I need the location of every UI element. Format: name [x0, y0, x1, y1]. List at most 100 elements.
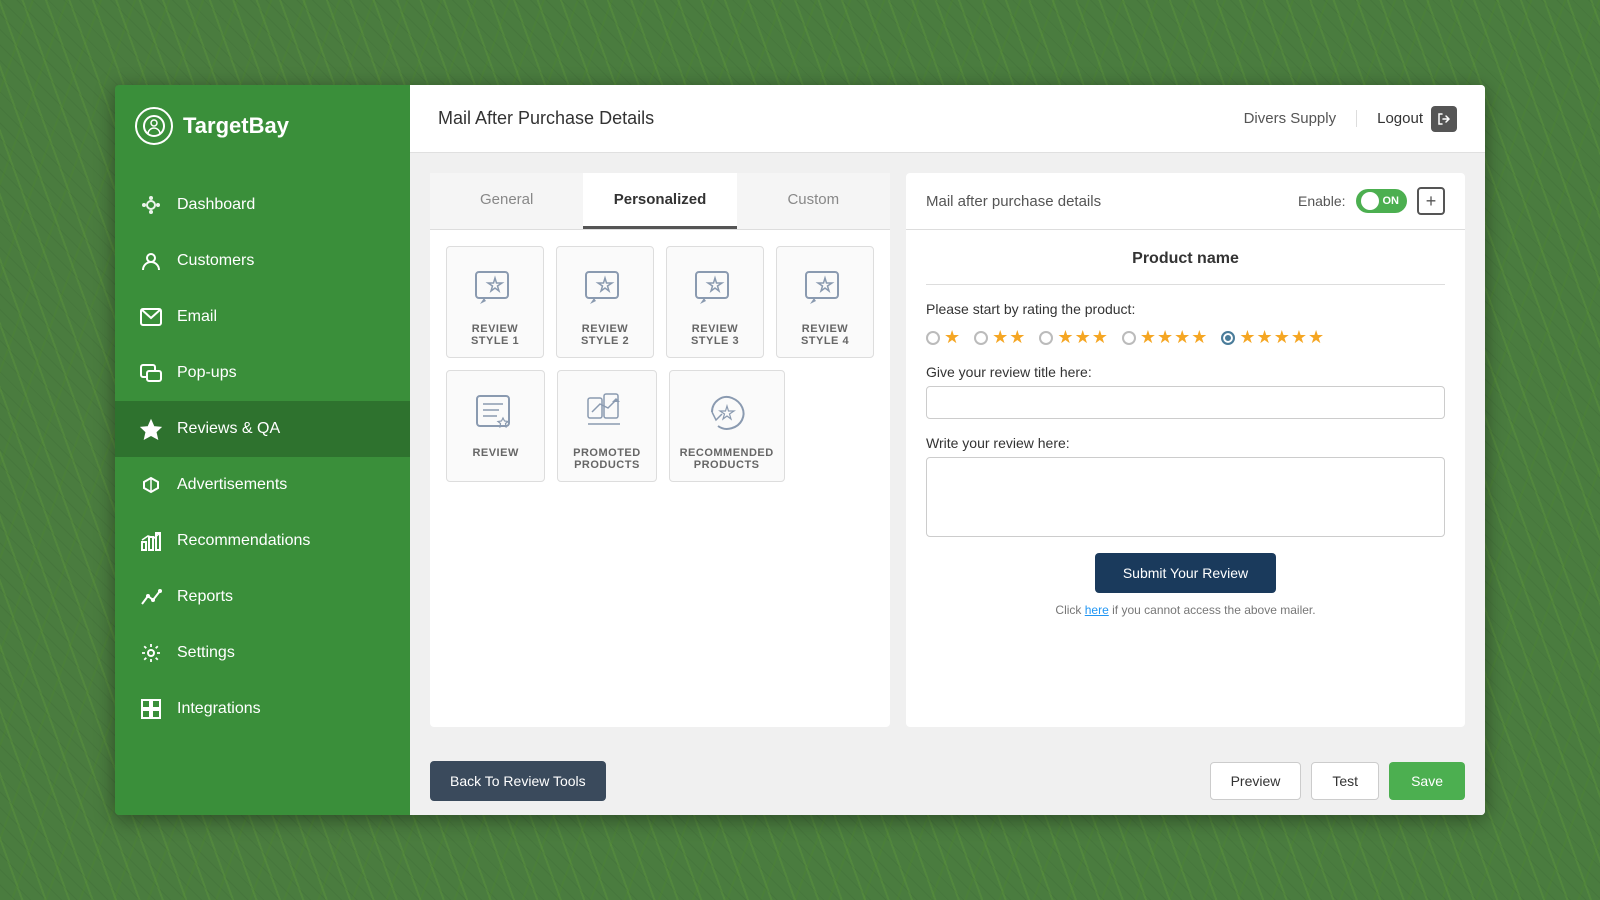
sidebar-item-settings[interactable]: Settings — [115, 625, 410, 681]
style-card-promoted[interactable]: PROMOTEDPRODUCTS — [557, 370, 656, 482]
sidebar-item-reviews[interactable]: Reviews & QA — [115, 401, 410, 457]
reports-icon — [139, 585, 163, 609]
sidebar-item-dashboard[interactable]: Dashboard — [115, 177, 410, 233]
customers-icon — [139, 249, 163, 273]
submit-review-button[interactable]: Submit Your Review — [1095, 553, 1276, 593]
logout-label: Logout — [1377, 110, 1423, 127]
rating-section: Please start by rating the product: ★ — [926, 301, 1445, 348]
style-card-review[interactable]: REVIEW — [446, 370, 545, 482]
popups-icon — [139, 361, 163, 385]
test-button[interactable]: Test — [1311, 762, 1379, 800]
rating-1[interactable]: ★ — [926, 327, 960, 348]
radio-3 — [1039, 331, 1053, 345]
style-card-label-promoted: PROMOTEDPRODUCTS — [573, 447, 641, 471]
cannot-access-text: if you cannot access the above mailer. — [1112, 603, 1315, 617]
recommended-icon — [701, 387, 753, 439]
rating-options: ★ ★ ★ — [926, 327, 1445, 348]
back-button[interactable]: Back To Review Tools — [430, 761, 606, 801]
sidebar-item-popups[interactable]: Pop-ups — [115, 345, 410, 401]
save-button[interactable]: Save — [1389, 762, 1465, 800]
review-body-textarea[interactable] — [926, 457, 1445, 537]
logout-icon — [1431, 106, 1457, 132]
email-icon — [139, 305, 163, 329]
sidebar-item-customers[interactable]: Customers — [115, 233, 410, 289]
tab-general[interactable]: General — [430, 173, 583, 229]
stars-3: ★ ★ ★ — [1057, 327, 1107, 348]
spacer — [797, 370, 874, 482]
style-card-label-3: REVIEWSTYLE 3 — [691, 323, 739, 347]
sidebar-label-dashboard: Dashboard — [177, 196, 255, 214]
rating-4[interactable]: ★ ★ ★ ★ — [1122, 327, 1208, 348]
preview-button[interactable]: Preview — [1210, 762, 1302, 800]
style-card-4[interactable]: REVIEWSTYLE 4 — [776, 246, 874, 358]
toggle-knob — [1361, 192, 1379, 210]
left-panel: General Personalized Custom — [430, 173, 890, 727]
here-link[interactable]: here — [1085, 603, 1109, 617]
dashboard-icon — [139, 193, 163, 217]
app-container: TargetBay Dashboard — [115, 85, 1485, 815]
style-card-3[interactable]: REVIEWSTYLE 3 — [666, 246, 764, 358]
sidebar-label-email: Email — [177, 308, 217, 326]
style-card-2[interactable]: REVIEWSTYLE 2 — [556, 246, 654, 358]
style-row-2: REVIEW — [446, 370, 874, 482]
integrations-icon — [139, 697, 163, 721]
review-body-section: Write your review here: — [926, 435, 1445, 537]
review-body-label: Write your review here: — [926, 435, 1445, 451]
toggle-on-text: ON — [1383, 195, 1400, 207]
style-card-1[interactable]: REVIEWSTYLE 1 — [446, 246, 544, 358]
chat-star-icon-2 — [579, 263, 631, 315]
tab-custom[interactable]: Custom — [737, 173, 890, 229]
review-title-section: Give your review title here: — [926, 364, 1445, 419]
sidebar-item-integrations[interactable]: Integrations — [115, 681, 410, 737]
right-panel-header: Mail after purchase details Enable: ON + — [906, 173, 1465, 230]
preview-area: Product name Please start by rating the … — [906, 230, 1465, 727]
company-name: Divers Supply — [1244, 110, 1358, 127]
right-panel: Mail after purchase details Enable: ON + — [906, 173, 1465, 727]
product-name: Product name — [1132, 250, 1239, 267]
submit-section: Submit Your Review Click here if you can… — [926, 553, 1445, 617]
rating-2[interactable]: ★ ★ — [974, 327, 1025, 348]
style-row-1: REVIEWSTYLE 1 REVIEWSTYLE — [446, 246, 874, 358]
recommendations-icon — [139, 529, 163, 553]
review-title-input[interactable] — [926, 386, 1445, 419]
chat-star-icon-4 — [799, 263, 851, 315]
click-note: Click here if you cannot access the abov… — [1055, 603, 1315, 617]
sidebar-label-customers: Customers — [177, 252, 254, 270]
chat-star-icon-1 — [469, 263, 521, 315]
sidebar-item-reports[interactable]: Reports — [115, 569, 410, 625]
header-right: Divers Supply Logout — [1244, 106, 1457, 132]
sidebar-label-integrations: Integrations — [177, 700, 261, 718]
rating-3[interactable]: ★ ★ ★ — [1039, 327, 1107, 348]
sidebar-label-popups: Pop-ups — [177, 364, 237, 382]
rating-5[interactable]: ★ ★ ★ ★ ★ — [1221, 327, 1324, 348]
sidebar-label-settings: Settings — [177, 644, 235, 662]
tab-personalized[interactable]: Personalized — [583, 173, 736, 229]
settings-icon — [139, 641, 163, 665]
radio-1 — [926, 331, 940, 345]
stars-5: ★ ★ ★ ★ ★ — [1239, 327, 1324, 348]
plus-button[interactable]: + — [1417, 187, 1445, 215]
promoted-icon — [581, 387, 633, 439]
enable-toggle[interactable]: ON — [1356, 189, 1408, 213]
style-card-label-1: REVIEWSTYLE 1 — [471, 323, 519, 347]
sidebar-item-email[interactable]: Email — [115, 289, 410, 345]
main-content: Mail After Purchase Details Divers Suppl… — [410, 85, 1485, 815]
enable-section: Enable: ON + — [1298, 187, 1445, 215]
click-text: Click — [1055, 603, 1081, 617]
product-name-section: Product name — [926, 250, 1445, 285]
style-card-recommended[interactable]: RECOMMENDEDPRODUCTS — [669, 370, 785, 482]
logout-button[interactable]: Logout — [1377, 106, 1457, 132]
ads-icon — [139, 473, 163, 497]
radio-2 — [974, 331, 988, 345]
footer-right: Preview Test Save — [1210, 762, 1465, 800]
tabs: General Personalized Custom — [430, 173, 890, 230]
body-area: General Personalized Custom — [410, 153, 1485, 747]
stars-1: ★ — [944, 327, 960, 348]
sidebar-item-recommendations[interactable]: Recommendations — [115, 513, 410, 569]
header: Mail After Purchase Details Divers Suppl… — [410, 85, 1485, 153]
radio-4 — [1122, 331, 1136, 345]
sidebar-item-advertisements[interactable]: Advertisements — [115, 457, 410, 513]
review-card-icon — [470, 387, 522, 439]
sidebar-label-reports: Reports — [177, 588, 233, 606]
rating-label: Please start by rating the product: — [926, 301, 1445, 317]
